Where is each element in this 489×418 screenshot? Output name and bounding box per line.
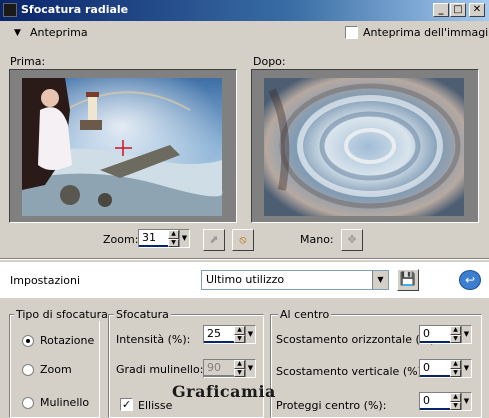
protect-center-label: Proteggi centro (%):	[276, 399, 387, 412]
v-offset-value[interactable]: 0	[420, 360, 450, 377]
before-preview-pane[interactable]	[9, 69, 237, 223]
radio-dot-icon	[26, 339, 30, 343]
protect-dropdown-icon[interactable]: ▼	[461, 393, 471, 410]
collapse-arrow-icon[interactable]: ▼	[14, 28, 21, 38]
v-offset-label: Scostamento verticale (%):	[276, 365, 426, 378]
after-preview-pane[interactable]	[251, 69, 479, 223]
before-label: Prima:	[10, 55, 46, 68]
h-offset-value[interactable]: 0	[420, 326, 450, 343]
h-offset-dropdown-icon[interactable]: ▼	[461, 326, 471, 343]
radio-zoom-label[interactable]: Zoom	[40, 363, 72, 376]
preset-value: Ultimo utilizzo	[206, 273, 285, 286]
radio-twirl[interactable]	[22, 397, 34, 409]
before-preview-image	[22, 78, 223, 216]
separator	[0, 258, 489, 260]
settings-label: Impostazioni	[10, 274, 81, 287]
maximize-button[interactable]: □	[450, 3, 466, 17]
check-icon: ✓	[121, 398, 132, 411]
radio-rotation-label[interactable]: Rotazione	[40, 334, 94, 347]
after-preview-image	[264, 78, 464, 216]
image-preview-label: Anteprima dell'immagine	[363, 26, 489, 39]
close-button[interactable]: ✕	[469, 3, 485, 17]
intensity-dropdown-icon[interactable]: ▼	[245, 326, 255, 343]
protect-center-stepper[interactable]: 0 ▲ ▼ ▼	[419, 392, 472, 411]
h-offset-up-icon[interactable]: ▲	[450, 326, 461, 335]
zoom-stepper[interactable]: 31 ▲ ▼ ▼	[138, 229, 190, 248]
reset-icon[interactable]: ↩	[459, 270, 481, 290]
twirl-down-icon[interactable]: ▼	[234, 368, 245, 377]
chevron-down-icon[interactable]: ▼	[372, 271, 388, 289]
after-label: Dopo:	[253, 55, 286, 68]
center-title: Al centro	[278, 308, 332, 321]
h-offset-stepper[interactable]: 0 ▲ ▼ ▼	[419, 325, 472, 344]
app-icon	[3, 3, 17, 17]
pan-icon[interactable]: ✥	[341, 229, 363, 251]
twirl-degrees-value[interactable]: 90	[204, 360, 234, 377]
twirl-dropdown-icon[interactable]: ▼	[245, 360, 255, 377]
ellipse-checkbox[interactable]: ✓	[120, 398, 133, 411]
intensity-label: Intensità (%):	[116, 333, 191, 346]
blur-title: Sfocatura	[114, 308, 171, 321]
radio-twirl-label[interactable]: Mulinello	[40, 396, 89, 409]
zoom-up-icon[interactable]: ▲	[168, 230, 179, 239]
zoom-fit-button[interactable]: ⬈	[203, 229, 225, 251]
twirl-up-icon[interactable]: ▲	[234, 360, 245, 369]
intensity-up-icon[interactable]: ▲	[234, 326, 245, 335]
window-title: Sfocatura radiale	[21, 3, 129, 16]
zoom-dropdown-icon[interactable]: ▼	[179, 230, 189, 247]
blur-type-title: Tipo di sfocatura	[14, 308, 110, 321]
intensity-stepper[interactable]: 25 ▲ ▼ ▼	[203, 325, 256, 344]
minimize-button[interactable]: _	[433, 3, 449, 17]
twirl-degrees-label: Gradi mulinello:	[116, 363, 204, 376]
twirl-degrees-stepper[interactable]: 90 ▲ ▼ ▼	[203, 359, 256, 378]
v-offset-dropdown-icon[interactable]: ▼	[461, 360, 471, 377]
v-offset-up-icon[interactable]: ▲	[450, 360, 461, 369]
intensity-down-icon[interactable]: ▼	[234, 334, 245, 343]
save-preset-button[interactable]: 💾	[397, 269, 419, 291]
zoom-label: Zoom:	[103, 233, 139, 246]
radio-rotation[interactable]	[22, 335, 34, 347]
preset-select[interactable]: Ultimo utilizzo ▼	[201, 270, 389, 290]
h-offset-label: Scostamento orizzontale (%):	[276, 333, 439, 346]
v-offset-stepper[interactable]: 0 ▲ ▼ ▼	[419, 359, 472, 378]
h-offset-down-icon[interactable]: ▼	[450, 334, 461, 343]
v-offset-down-icon[interactable]: ▼	[450, 368, 461, 377]
zoom-100-button[interactable]: ⦸	[232, 229, 254, 251]
preview-toggle[interactable]: Anteprima	[30, 26, 88, 39]
zoom-value[interactable]: 31	[139, 230, 168, 247]
intensity-value[interactable]: 25	[204, 326, 234, 343]
zoom-down-icon[interactable]: ▼	[168, 238, 179, 247]
ellipse-label[interactable]: Ellisse	[138, 399, 172, 412]
image-preview-checkbox[interactable]	[345, 26, 358, 39]
pan-label: Mano:	[300, 233, 334, 246]
watermark: Graficamia	[172, 382, 276, 401]
protect-down-icon[interactable]: ▼	[450, 401, 461, 410]
radio-zoom[interactable]	[22, 364, 34, 376]
radial-blur-dialog: Sfocatura radiale _ □ ✕ ▼ Anteprima Ante…	[0, 0, 489, 418]
protect-up-icon[interactable]: ▲	[450, 393, 461, 402]
protect-center-value[interactable]: 0	[420, 393, 450, 410]
